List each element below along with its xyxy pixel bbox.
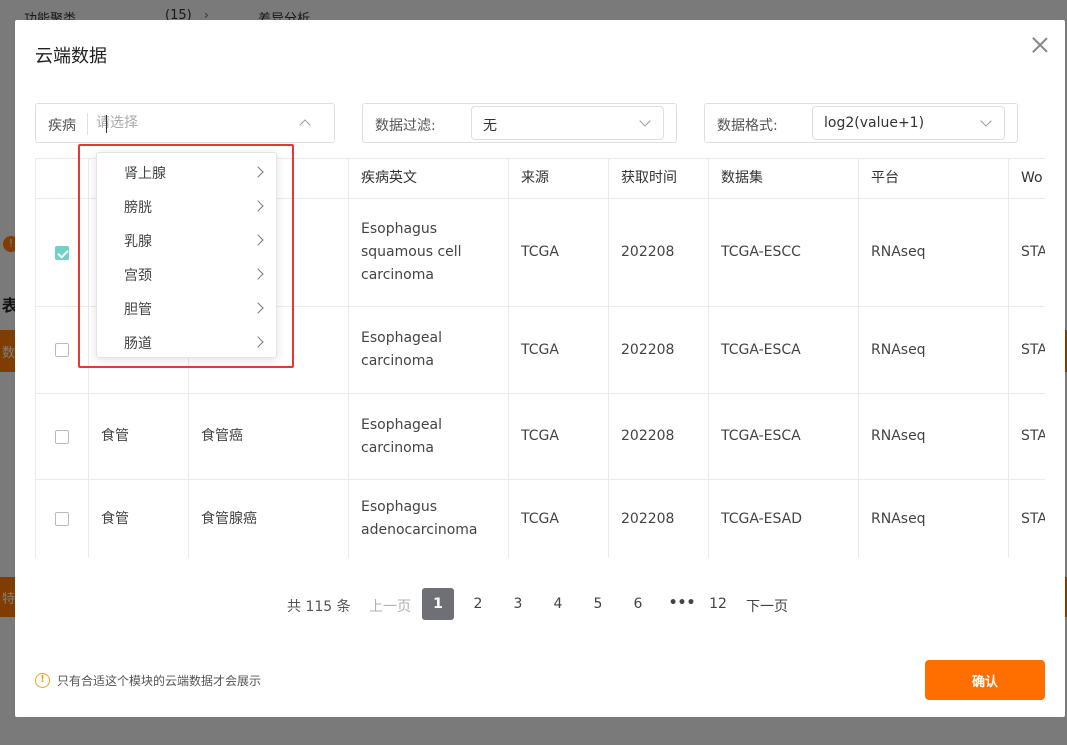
table-row[interactable]: 食管 食管癌 Esophageal carcinoma TCGA 202208 … <box>35 394 1045 480</box>
row-checkbox[interactable] <box>55 512 69 526</box>
disease-en-cell: Esophagus adenocarcinoma <box>349 480 509 558</box>
dataset-cell: TCGA-ESCA <box>709 394 859 479</box>
disease-en-cell: Esophageal carcinoma <box>349 394 509 479</box>
confirm-button[interactable]: 确认 <box>925 660 1045 700</box>
header-source: 来源 <box>509 159 609 198</box>
chevron-down-icon <box>639 115 651 127</box>
option-label: 乳腺 <box>124 234 152 250</box>
chevron-up-icon <box>299 119 311 131</box>
close-icon[interactable] <box>1029 34 1051 56</box>
header-dataset: 数据集 <box>709 159 859 198</box>
cascader-option[interactable]: 肠道 <box>97 325 276 357</box>
row-select-cell <box>35 480 89 558</box>
chevron-right-icon <box>252 200 264 212</box>
option-label: 膀胱 <box>124 200 152 216</box>
pagination-ellipsis[interactable]: ••• <box>666 588 698 620</box>
disease-cascader-menu: 肾上腺 膀胱 乳腺 宫颈 胆管 肠道 <box>96 152 277 358</box>
time-cell: 202208 <box>609 307 709 393</box>
source-cell: TCGA <box>509 480 609 558</box>
footer-note: 只有合适这个模块的云端数据才会展示 <box>57 674 262 688</box>
source-cell: TCGA <box>509 199 609 306</box>
option-label: 宫颈 <box>124 268 152 284</box>
option-label: 肾上腺 <box>124 166 166 182</box>
header-workflow: Wo <box>1021 170 1043 186</box>
cascader-option[interactable]: 宫颈 <box>97 257 276 291</box>
chevron-right-icon <box>252 166 264 178</box>
time-cell: 202208 <box>609 394 709 479</box>
disease-cn-cell: 食管腺癌 <box>189 480 349 558</box>
header-disease-en: 疾病英文 <box>349 159 509 198</box>
disease-en-cell: Esophageal carcinoma <box>349 307 509 393</box>
workflow-cell: STA <box>1021 428 1045 444</box>
header-platform: 平台 <box>859 159 1009 198</box>
workflow-cell: STA <box>1021 341 1045 358</box>
organ-cell: 食管 <box>89 480 189 558</box>
disease-input[interactable] <box>96 105 286 141</box>
platform-cell: RNAseq <box>859 307 1009 393</box>
page-button-3[interactable]: 3 <box>502 588 534 620</box>
disease-cn-cell: 食管癌 <box>189 394 349 479</box>
data-filter-group: 数据过滤: 无 <box>362 103 677 143</box>
page-button-2[interactable]: 2 <box>462 588 494 620</box>
text-cursor <box>106 115 107 133</box>
prev-page-button[interactable]: 上一页 <box>369 596 411 616</box>
row-checkbox[interactable] <box>55 245 69 260</box>
disease-label: 疾病 <box>48 118 76 134</box>
chevron-right-icon <box>252 268 264 280</box>
cascader-option[interactable]: 乳腺 <box>97 223 276 257</box>
header-time: 获取时间 <box>609 159 709 198</box>
disease-select[interactable]: 疾病 <box>35 103 335 143</box>
pagination-total: 共 115 条 <box>287 599 351 615</box>
source-cell: TCGA <box>509 394 609 479</box>
table-row[interactable]: 食管 食管腺癌 Esophagus adenocarcinoma TCGA 20… <box>35 480 1045 558</box>
time-cell: 202208 <box>609 480 709 558</box>
row-select-cell <box>35 307 89 393</box>
chevron-down-icon <box>980 115 992 127</box>
row-select-cell <box>35 394 89 479</box>
info-icon: ! <box>35 673 50 688</box>
dataset-cell: TCGA-ESCA <box>709 307 859 393</box>
cascader-option[interactable]: 膀胱 <box>97 189 276 223</box>
data-format-select[interactable]: log2(value+1) <box>812 106 1005 140</box>
chevron-right-icon <box>252 336 264 348</box>
organ-cell: 食管 <box>89 394 189 479</box>
cascader-option[interactable]: 胆管 <box>97 291 276 325</box>
row-checkbox[interactable] <box>55 343 69 357</box>
data-filter-label: 数据过滤: <box>375 118 436 134</box>
time-cell: 202208 <box>609 199 709 306</box>
data-format-value: log2(value+1) <box>824 115 925 131</box>
data-filter-select[interactable]: 无 <box>471 106 664 140</box>
header-cell <box>35 159 89 198</box>
dataset-cell: TCGA-ESAD <box>709 480 859 558</box>
row-select-cell <box>35 199 89 306</box>
dataset-cell: TCGA-ESCC <box>709 199 859 306</box>
cloud-data-dialog: 云端数据 疾病 数据过滤: 无 数据格式: log2(value+1) 疾病英文… <box>15 20 1065 717</box>
option-label: 胆管 <box>124 302 152 318</box>
source-cell: TCGA <box>509 307 609 393</box>
data-format-label: 数据格式: <box>717 118 778 134</box>
option-label: 肠道 <box>124 336 152 352</box>
workflow-cell: STA <box>1021 244 1045 260</box>
dialog-title: 云端数据 <box>35 46 107 67</box>
data-filter-value: 无 <box>483 118 497 134</box>
page-button-6[interactable]: 6 <box>622 588 654 620</box>
next-page-button[interactable]: 下一页 <box>746 596 788 616</box>
platform-cell: RNAseq <box>859 199 1009 306</box>
data-format-group: 数据格式: log2(value+1) <box>704 103 1018 143</box>
platform-cell: RNAseq <box>859 480 1009 558</box>
row-checkbox[interactable] <box>55 429 69 444</box>
divider <box>87 113 88 135</box>
page-button-5[interactable]: 5 <box>582 588 614 620</box>
cascader-option[interactable]: 肾上腺 <box>97 155 276 189</box>
platform-cell: RNAseq <box>859 394 1009 479</box>
page-button-4[interactable]: 4 <box>542 588 574 620</box>
chevron-right-icon <box>252 302 264 314</box>
workflow-cell: STA <box>1021 510 1045 527</box>
disease-en-cell: Esophagus squamous cell carcinoma <box>349 199 509 306</box>
page-button-last[interactable]: 12 <box>702 588 734 620</box>
chevron-right-icon <box>252 234 264 246</box>
page-button-1[interactable]: 1 <box>422 588 454 620</box>
